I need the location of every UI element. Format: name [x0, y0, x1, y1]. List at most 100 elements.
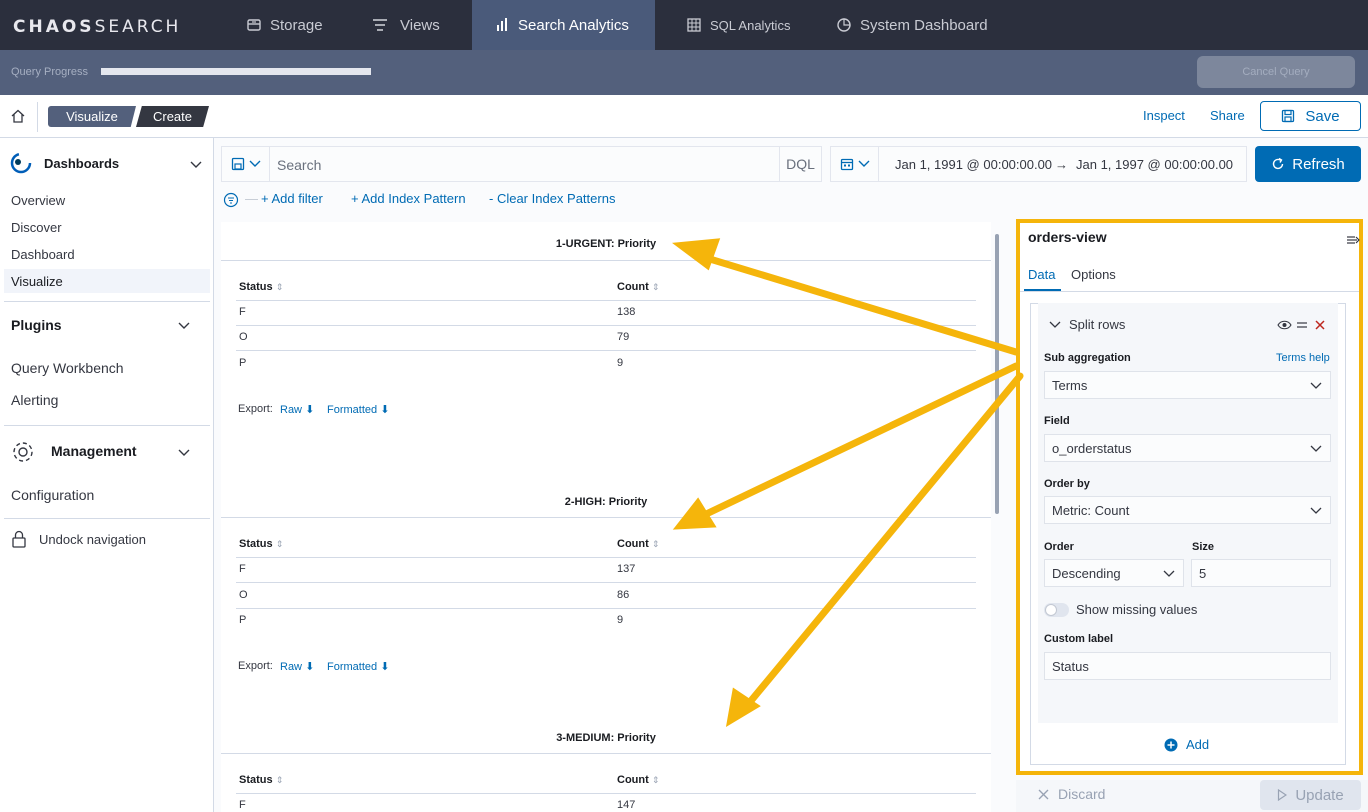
add-index-pattern-button[interactable]: + Add Index Pattern: [351, 191, 466, 206]
custom-label-input[interactable]: Status: [1044, 652, 1331, 680]
update-button[interactable]: Update: [1260, 780, 1361, 810]
order-by-label: Order by: [1044, 478, 1090, 490]
column-header-count[interactable]: Count ⇕: [617, 774, 659, 786]
order-by-value: Metric: Count: [1052, 502, 1130, 518]
sidebar-item-visualize[interactable]: Visualize: [11, 274, 63, 289]
divider: [236, 325, 976, 326]
field-label: Field: [1044, 415, 1070, 427]
query-language-button[interactable]: DQL: [779, 147, 821, 181]
saved-query-menu-button[interactable]: [222, 147, 270, 181]
filter-menu-icon[interactable]: [223, 192, 239, 208]
date-picker: Jan 1, 1991 @ 00:00:00.00 → Jan 1, 1997 …: [830, 146, 1247, 182]
table-title: 3-MEDIUM: Priority: [556, 732, 656, 744]
chevron-down-icon[interactable]: [177, 445, 191, 459]
sub-aggregation-select[interactable]: Terms: [1044, 371, 1331, 399]
date-arrow-icon: →: [1055, 157, 1068, 172]
cancel-query-button[interactable]: Cancel Query: [1197, 56, 1355, 88]
size-label: Size: [1192, 541, 1215, 553]
export-formatted-link[interactable]: Formatted ⬇: [327, 660, 389, 673]
column-header-status[interactable]: Status ⇕: [239, 538, 283, 550]
terms-help-link[interactable]: Terms help: [1276, 352, 1330, 364]
breadcrumb-visualize[interactable]: Visualize: [48, 106, 136, 127]
query-progress-label: Query Progress: [11, 66, 89, 78]
column-header-count[interactable]: Count ⇕: [617, 538, 659, 550]
index-pattern-title: orders-view: [1028, 229, 1107, 245]
drag-handle-icon[interactable]: [1296, 321, 1308, 329]
order-by-select[interactable]: Metric: Count: [1044, 496, 1331, 524]
chevron-down-icon[interactable]: [1049, 320, 1061, 330]
table-cell: O: [239, 589, 248, 601]
eye-icon[interactable]: [1277, 320, 1292, 330]
order-select[interactable]: Descending: [1044, 559, 1184, 587]
home-icon[interactable]: [10, 108, 26, 124]
sidebar-item-dashboard[interactable]: Dashboard: [11, 247, 75, 262]
refresh-button[interactable]: Refresh: [1255, 146, 1361, 182]
table-cell: F: [239, 563, 246, 575]
tab-storage[interactable]: Storage: [246, 0, 323, 50]
tab-system-dashboard[interactable]: System Dashboard: [836, 0, 988, 50]
column-header-count[interactable]: Count ⇕: [617, 281, 659, 293]
plugins-section-title[interactable]: Plugins: [11, 317, 62, 333]
sidebar-item-overview[interactable]: Overview: [11, 193, 65, 208]
sidebar-item-configuration[interactable]: Configuration: [11, 487, 94, 503]
search-input[interactable]: Search: [277, 157, 321, 173]
chevron-down-icon[interactable]: [177, 318, 191, 332]
column-header-status[interactable]: Status ⇕: [239, 281, 283, 293]
tab-options[interactable]: Options: [1071, 267, 1116, 282]
size-input[interactable]: 5: [1191, 559, 1331, 587]
export-label: Export:: [238, 403, 273, 415]
show-missing-toggle[interactable]: [1044, 603, 1069, 617]
table-cell: 79: [617, 331, 630, 343]
collapse-panel-icon[interactable]: [1346, 234, 1360, 246]
export-formatted-link[interactable]: Formatted ⬇: [327, 403, 389, 416]
order-label: Order: [1044, 541, 1074, 553]
tab-data[interactable]: Data: [1028, 267, 1055, 282]
sort-icon: ⇕: [275, 282, 284, 292]
tab-sql-analytics[interactable]: SQL Analytics: [686, 0, 790, 50]
discard-button[interactable]: Discard: [1038, 786, 1105, 802]
scrollbar[interactable]: [995, 234, 999, 514]
sort-icon: ⇕: [651, 539, 660, 549]
sort-icon: ⇕: [651, 282, 660, 292]
table-cell: P: [239, 614, 247, 626]
divider: [1020, 291, 1359, 292]
table-cell: 9: [617, 614, 624, 626]
export-raw-link[interactable]: Raw ⬇: [280, 403, 314, 416]
quick-date-menu-button[interactable]: [831, 147, 879, 181]
calendar-icon: [840, 158, 854, 171]
sidebar-item-query-workbench[interactable]: Query Workbench: [11, 360, 124, 376]
field-select[interactable]: o_orderstatus: [1044, 434, 1331, 462]
bar-chart-icon: [497, 18, 507, 31]
management-section-title[interactable]: Management: [51, 443, 137, 459]
sidebar-item-alerting[interactable]: Alerting: [11, 392, 58, 408]
remove-icon[interactable]: [1314, 319, 1326, 331]
download-icon: ⬇: [305, 661, 315, 673]
sidebar-item-discover[interactable]: Discover: [11, 220, 62, 235]
add-filter-button[interactable]: + Add filter: [261, 191, 323, 206]
share-link[interactable]: Share: [1210, 108, 1245, 123]
visualization-content: 1-URGENT: Priority Status ⇕ Count ⇕ F 13…: [221, 222, 991, 812]
divider: [221, 260, 991, 261]
export-label: Export:: [238, 660, 273, 672]
column-header-status[interactable]: Status ⇕: [239, 774, 283, 786]
save-button[interactable]: Save: [1260, 101, 1361, 131]
lock-icon: [12, 530, 26, 548]
query-bar: Search DQL: [221, 146, 822, 182]
export-raw-link[interactable]: Raw ⬇: [280, 660, 314, 673]
tab-label: SQL Analytics: [710, 17, 791, 33]
clear-index-patterns-button[interactable]: - Clear Index Patterns: [489, 191, 615, 206]
tab-search-analytics[interactable]: Search Analytics: [472, 0, 655, 50]
add-aggregation-button[interactable]: Add: [1164, 737, 1209, 752]
tab-views[interactable]: Views: [372, 0, 440, 50]
start-date[interactable]: Jan 1, 1991 @ 00:00:00.00: [895, 157, 1052, 172]
chevron-down-icon[interactable]: [189, 157, 203, 171]
chaossearch-logo[interactable]: CHAOSSEARCH: [13, 17, 181, 37]
inspect-link[interactable]: Inspect: [1143, 108, 1185, 123]
dashboards-section-title[interactable]: Dashboards: [44, 156, 119, 171]
end-date[interactable]: Jan 1, 1997 @ 00:00:00.00: [1076, 157, 1233, 172]
chevron-down-icon: [1163, 570, 1175, 577]
undock-navigation-link[interactable]: Undock navigation: [39, 532, 146, 547]
query-progress-track: [101, 68, 371, 75]
storage-icon: [247, 19, 261, 31]
table-cell: F: [239, 306, 246, 318]
